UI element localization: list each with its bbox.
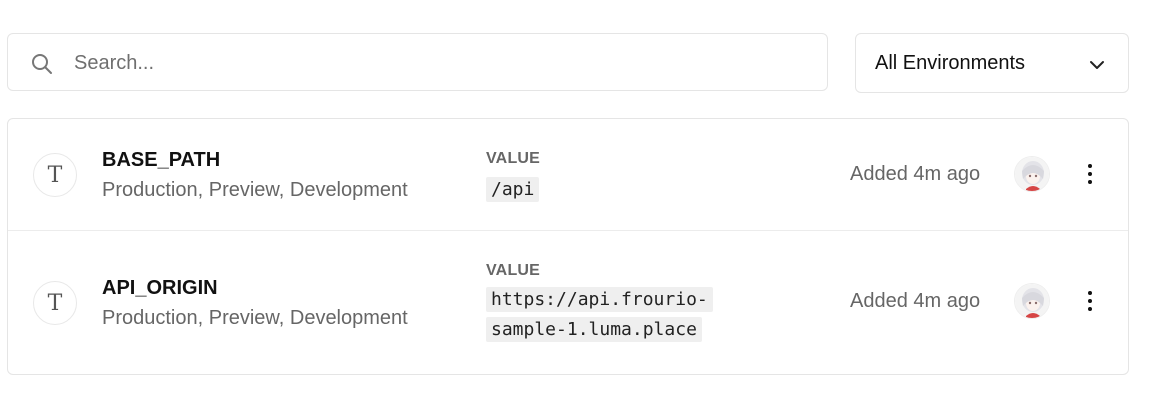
environment-select-label: All Environments <box>875 52 1026 74</box>
env-variable-list: T BASE_PATH Production, Preview, Develop… <box>7 118 1129 375</box>
value-label: VALUE <box>486 262 541 279</box>
environment-select[interactable]: All Environments <box>855 33 1129 93</box>
avatar-image <box>1015 284 1049 318</box>
search-icon <box>32 54 52 74</box>
env-variable-row[interactable]: T API_ORIGIN Production, Preview, Develo… <box>8 231 1128 374</box>
more-options-icon[interactable] <box>1077 286 1103 316</box>
avatar <box>1014 283 1050 319</box>
more-options-icon[interactable] <box>1077 159 1103 189</box>
chevron-down-icon <box>1090 61 1104 69</box>
text-type-icon: T <box>33 153 77 197</box>
value-label: VALUE <box>486 150 541 167</box>
variable-value-text: https://api.frourio-sample-1.luma.place <box>486 287 713 342</box>
toolbar: All Environments <box>7 33 1129 93</box>
variable-environments: Production, Preview, Development <box>102 179 408 201</box>
variable-value-text: /api <box>486 177 540 202</box>
variable-name: BASE_PATH <box>102 149 221 171</box>
search-box[interactable] <box>7 33 828 91</box>
variable-environments: Production, Preview, Development <box>102 307 408 329</box>
avatar-image <box>1015 157 1049 191</box>
avatar <box>1014 156 1050 192</box>
added-time: Added 4m ago <box>850 163 981 185</box>
variable-value[interactable]: https://api.frourio-sample-1.luma.place <box>486 285 736 345</box>
variable-value[interactable]: /api <box>486 175 736 205</box>
text-type-icon: T <box>33 281 77 325</box>
variable-name: API_ORIGIN <box>102 277 218 299</box>
env-variable-row[interactable]: T BASE_PATH Production, Preview, Develop… <box>8 119 1128 231</box>
search-input[interactable] <box>74 48 794 78</box>
added-time: Added 4m ago <box>850 290 981 312</box>
